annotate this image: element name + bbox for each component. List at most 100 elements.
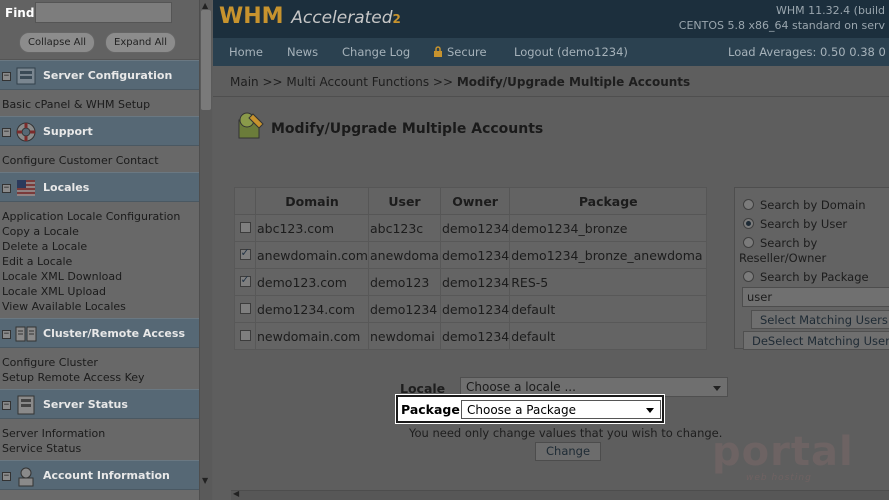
watermark-text: portal (712, 429, 854, 475)
package-field-highlight: Package Choose a Package (396, 395, 664, 423)
link-basic-setup[interactable]: Basic cPanel & WHM Setup (2, 97, 199, 112)
horizontal-scrollbar[interactable]: ◀ (231, 489, 889, 500)
nav-change-log[interactable]: Change Log (342, 45, 410, 59)
server-config-icon (16, 67, 36, 85)
locale-select-value: Choose a locale ... (466, 380, 576, 394)
row-checkbox-cell (234, 322, 256, 350)
cell-domain: abc123.com (255, 214, 369, 242)
table-row: demo1234.com demo1234 demo1234 default (234, 295, 708, 323)
watermark-logo: portal web hosting (712, 429, 872, 487)
accounts-table: Domain User Owner Package abc123.com abc1… (234, 187, 708, 350)
link-application-locale-configuration[interactable]: Application Locale Configuration (2, 209, 199, 224)
row-checkbox-cell (234, 268, 256, 296)
expand-all-button[interactable]: Expand All (105, 32, 176, 53)
link-view-available-locales[interactable]: View Available Locales (2, 299, 199, 314)
row-checkbox-cell (234, 295, 256, 323)
collapse-all-button[interactable]: Collapse All (19, 32, 96, 53)
section-cluster-remote-access[interactable]: − Cluster/Remote Access (0, 318, 199, 348)
link-configure-customer-contact[interactable]: Configure Customer Contact (2, 153, 199, 168)
section-server-configuration[interactable]: − Server Configuration (0, 60, 199, 90)
deselect-matching-users-button[interactable]: DeSelect Matching User (743, 331, 889, 350)
radio-selected-icon[interactable] (743, 218, 754, 229)
link-locale-xml-download[interactable]: Locale XML Download (2, 269, 199, 284)
section-title: Locales (43, 181, 90, 194)
section-account-information[interactable]: − Account Information (0, 460, 199, 490)
row-checkbox[interactable] (239, 302, 251, 314)
account-info-icon (18, 467, 34, 487)
page-title: Modify/Upgrade Multiple Accounts (271, 121, 544, 137)
radio-search-domain[interactable]: Search by Domain (743, 198, 866, 212)
change-button[interactable]: Change (535, 442, 602, 461)
modify-accounts-icon (238, 112, 264, 139)
radio-label: Search by (760, 236, 818, 250)
breadcrumb-path[interactable]: Main >> Multi Account Functions >> (230, 75, 457, 89)
sidebar-scrollbar[interactable]: ▲ ▼ (199, 0, 212, 500)
version-line: WHM 11.32.4 (build (776, 4, 885, 17)
version-info: WHM 11.32.4 (build CENTOS 5.8 x86_64 sta… (679, 3, 885, 33)
chevron-down-icon (713, 386, 721, 391)
breadcrumb-divider (213, 96, 889, 97)
section-server-status[interactable]: − Server Status (0, 389, 199, 419)
collapse-toggle-icon[interactable]: − (2, 472, 11, 481)
logo-main-text: WHM (219, 4, 284, 29)
scroll-up-icon[interactable]: ▲ (202, 1, 208, 10)
header-domain[interactable]: Domain (255, 187, 369, 215)
radio-label: Search by User (760, 217, 848, 231)
find-input[interactable] (35, 2, 172, 23)
header-package[interactable]: Package (509, 187, 708, 215)
radio-search-reseller[interactable]: Search by (743, 236, 817, 250)
collapse-toggle-icon[interactable]: − (2, 184, 11, 193)
link-server-information[interactable]: Server Information (2, 426, 199, 441)
top-header: WHM Accelerated2 WHM 11.32.4 (build CENT… (213, 0, 889, 66)
link-locale-xml-upload[interactable]: Locale XML Upload (2, 284, 199, 299)
radio-icon[interactable] (743, 271, 754, 282)
link-delete-locale[interactable]: Delete a Locale (2, 239, 199, 254)
scroll-left-icon[interactable]: ◀ (233, 489, 239, 498)
package-select[interactable]: Choose a Package (461, 400, 661, 419)
breadcrumb: Main >> Multi Account Functions >> Modif… (230, 75, 690, 89)
nav-logout[interactable]: Logout (demo1234) (514, 45, 628, 59)
row-checkbox[interactable] (239, 246, 251, 260)
nav-news[interactable]: News (287, 45, 318, 59)
locale-select[interactable]: Choose a locale ... (460, 377, 728, 397)
find-label: Find (5, 6, 35, 20)
row-checkbox-cell (234, 241, 256, 269)
cell-user: demo1234 (367, 295, 441, 323)
select-matching-users-button[interactable]: Select Matching Users (751, 310, 889, 329)
scroll-down-icon[interactable]: ▼ (202, 476, 208, 485)
link-edit-locale[interactable]: Edit a Locale (2, 254, 199, 269)
nav-secure[interactable]: Secure (433, 45, 487, 59)
link-service-status[interactable]: Service Status (2, 441, 199, 456)
section-locales[interactable]: − Locales (0, 172, 199, 202)
header-select (234, 187, 256, 215)
link-configure-cluster[interactable]: Configure Cluster (2, 355, 199, 370)
link-copy-locale[interactable]: Copy a Locale (2, 224, 199, 239)
collapse-toggle-icon[interactable]: − (2, 72, 11, 81)
section-support[interactable]: − Support (0, 116, 199, 146)
cell-user: abc123c (367, 214, 441, 242)
section-title: Server Configuration (43, 69, 173, 82)
collapse-toggle-icon[interactable]: − (2, 401, 11, 410)
radio-search-user[interactable]: Search by User (743, 217, 847, 231)
header-owner[interactable]: Owner (439, 187, 511, 215)
radio-icon[interactable] (743, 199, 754, 210)
cell-package: demo1234_bronze_anewdoma (509, 241, 708, 269)
collapse-toggle-icon[interactable]: − (2, 330, 11, 339)
cell-domain: demo1234.com (255, 295, 369, 323)
row-checkbox[interactable] (239, 329, 251, 341)
table-row: anewdomain.comanewdomademo1234demo1234_b… (234, 241, 708, 269)
row-checkbox[interactable] (239, 273, 251, 287)
row-checkbox[interactable] (239, 221, 251, 233)
link-setup-remote-access-key[interactable]: Setup Remote Access Key (2, 370, 199, 385)
radio-search-package[interactable]: Search by Package (743, 270, 869, 284)
scrollbar-thumb[interactable] (201, 10, 211, 110)
collapse-toggle-icon[interactable]: − (2, 128, 11, 137)
search-input[interactable]: user (742, 287, 889, 307)
radio-label: Search by Package (760, 270, 869, 284)
server-status-icon (17, 395, 35, 415)
header-user[interactable]: User (367, 187, 441, 215)
package-label: Package (401, 402, 460, 417)
radio-icon[interactable] (743, 237, 754, 248)
radio-label: Search by Domain (760, 198, 866, 212)
nav-home[interactable]: Home (229, 45, 263, 59)
